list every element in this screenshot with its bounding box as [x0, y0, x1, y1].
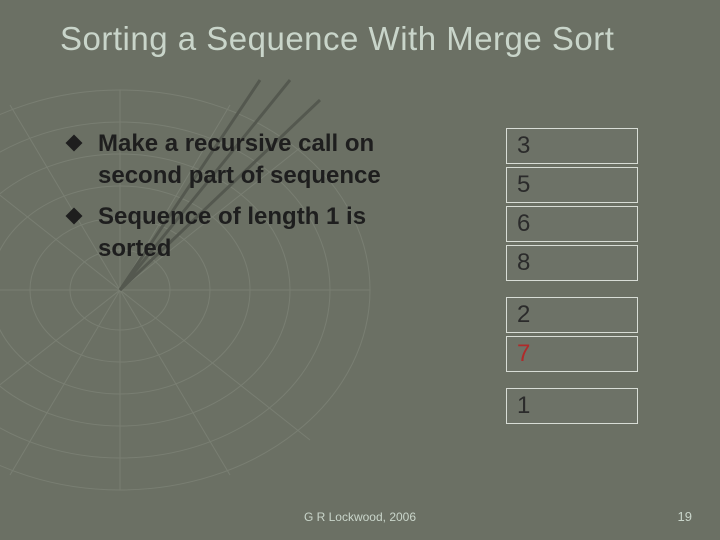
sequence-table: 3 5 6 8 2 7 1	[506, 128, 638, 427]
slide-title: Sorting a Sequence With Merge Sort	[60, 20, 690, 58]
table-cell-highlight: 7	[506, 336, 638, 372]
table-cell: 3	[506, 128, 638, 164]
bullet-marker-icon	[66, 135, 83, 152]
bullet-list: Make a recursive call on second part of …	[68, 128, 418, 274]
table-cell: 6	[506, 206, 638, 242]
bullet-text: Make a recursive call on second part of …	[98, 128, 418, 193]
bullet-marker-icon	[66, 207, 83, 224]
slide: Sorting a Sequence With Merge Sort Make …	[0, 0, 720, 540]
bullet-item: Make a recursive call on second part of …	[68, 128, 418, 193]
bullet-text: Sequence of length 1 is sorted	[98, 201, 418, 266]
table-cell: 5	[506, 167, 638, 203]
bullet-item: Sequence of length 1 is sorted	[68, 201, 418, 266]
table-cell: 8	[506, 245, 638, 281]
page-number: 19	[678, 509, 692, 524]
footer-credit: G R Lockwood, 2006	[0, 510, 720, 524]
table-cell: 2	[506, 297, 638, 333]
table-cell: 1	[506, 388, 638, 424]
